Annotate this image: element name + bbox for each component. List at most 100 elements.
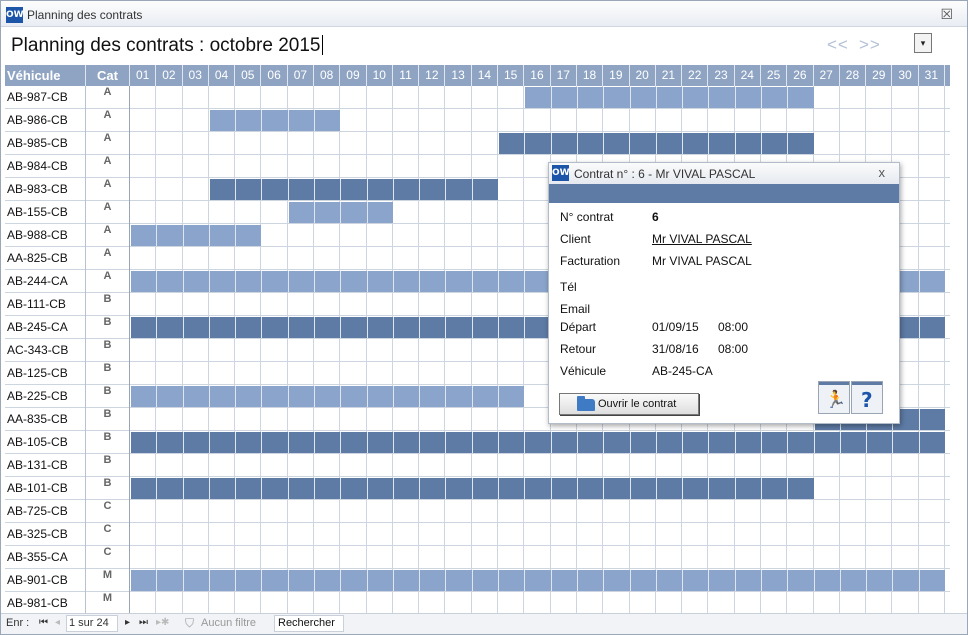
day-cell[interactable] [445,500,472,523]
day-cell[interactable] [419,155,446,178]
day-cell[interactable] [235,592,262,615]
day-cell[interactable] [235,454,262,477]
day-cell[interactable] [288,224,315,247]
day-cell[interactable] [445,86,472,109]
day-cell[interactable] [393,408,420,431]
day-cell[interactable] [183,523,209,546]
day-cell[interactable] [314,155,341,178]
day-cell[interactable] [156,155,183,178]
day-cell[interactable] [498,178,525,201]
day-cell[interactable] [367,224,393,247]
day-cell[interactable] [314,362,341,385]
day-cell[interactable] [156,178,183,201]
day-cell[interactable] [340,247,367,270]
day-cell[interactable] [156,362,183,385]
day-cell[interactable] [472,224,499,247]
day-cell[interactable] [340,523,367,546]
day-cell[interactable] [445,454,472,477]
day-cell[interactable] [919,132,945,155]
day-cell[interactable] [682,546,709,569]
day-cell[interactable] [656,454,683,477]
day-cell[interactable] [419,109,446,132]
day-cell[interactable] [261,362,288,385]
day-cell[interactable] [209,362,236,385]
day-cell[interactable] [393,500,420,523]
day-cell[interactable] [288,523,315,546]
day-cell[interactable] [261,523,288,546]
vehicle-cell[interactable]: AB-988-CB [5,224,86,247]
day-cell[interactable] [892,109,919,132]
day-cell[interactable] [235,201,262,224]
day-cell[interactable] [445,592,472,615]
day-cell[interactable] [524,178,551,201]
day-cell[interactable] [630,109,656,132]
day-cell[interactable] [393,592,420,615]
day-cell[interactable] [498,339,525,362]
day-cell[interactable] [261,224,288,247]
day-cell[interactable] [735,454,761,477]
day-cell[interactable] [708,454,735,477]
day-cell[interactable] [183,155,209,178]
day-cell[interactable] [340,592,367,615]
day-cell[interactable] [919,362,945,385]
day-cell[interactable] [761,592,788,615]
day-cell[interactable] [603,109,630,132]
day-cell[interactable] [656,109,683,132]
day-cell[interactable] [840,86,867,109]
day-cell[interactable] [708,523,735,546]
day-cell[interactable] [498,500,525,523]
day-cell[interactable] [130,132,157,155]
day-cell[interactable] [209,546,236,569]
last-record-icon[interactable]: ⏭ [139,617,148,628]
day-cell[interactable] [472,454,499,477]
day-cell[interactable] [445,155,472,178]
day-cell[interactable] [866,546,893,569]
day-cell[interactable] [524,592,551,615]
day-cell[interactable] [682,500,709,523]
day-cell[interactable] [314,408,341,431]
previous-month-button[interactable]: << [827,35,849,55]
vehicle-cell[interactable]: AB-725-CB [5,500,86,523]
day-cell[interactable] [577,546,604,569]
day-cell[interactable] [551,523,577,546]
vehicle-cell[interactable]: AB-984-CB [5,155,86,178]
day-cell[interactable] [919,385,945,408]
day-cell[interactable] [524,362,551,385]
day-cell[interactable] [472,362,499,385]
day-cell[interactable] [261,247,288,270]
day-cell[interactable] [288,454,315,477]
day-cell[interactable] [787,109,814,132]
contract-bar[interactable] [209,110,341,131]
vehicle-cell[interactable]: AB-245-CA [5,316,86,339]
day-cell[interactable] [472,155,499,178]
day-cell[interactable] [419,523,446,546]
vehicle-cell[interactable]: AB-111-CB [5,293,86,316]
day-cell[interactable] [630,454,656,477]
day-cell[interactable] [183,362,209,385]
day-cell[interactable] [892,454,919,477]
day-cell[interactable] [288,247,315,270]
day-cell[interactable] [156,86,183,109]
day-cell[interactable] [445,523,472,546]
day-cell[interactable] [183,592,209,615]
day-cell[interactable] [577,523,604,546]
day-cell[interactable] [498,224,525,247]
day-cell[interactable] [261,293,288,316]
day-cell[interactable] [340,546,367,569]
day-cell[interactable] [445,247,472,270]
day-cell[interactable] [445,339,472,362]
vehicle-cell[interactable]: AC-343-CB [5,339,86,362]
day-cell[interactable] [603,523,630,546]
day-cell[interactable] [367,293,393,316]
day-cell[interactable] [419,86,446,109]
day-cell[interactable] [393,362,420,385]
day-cell[interactable] [498,408,525,431]
day-cell[interactable] [551,454,577,477]
day-cell[interactable] [235,523,262,546]
cat-column-header[interactable]: Cat [86,65,130,86]
day-cell[interactable] [419,247,446,270]
day-cell[interactable] [498,454,525,477]
day-cell[interactable] [708,592,735,615]
day-cell[interactable] [183,247,209,270]
day-cell[interactable] [708,546,735,569]
